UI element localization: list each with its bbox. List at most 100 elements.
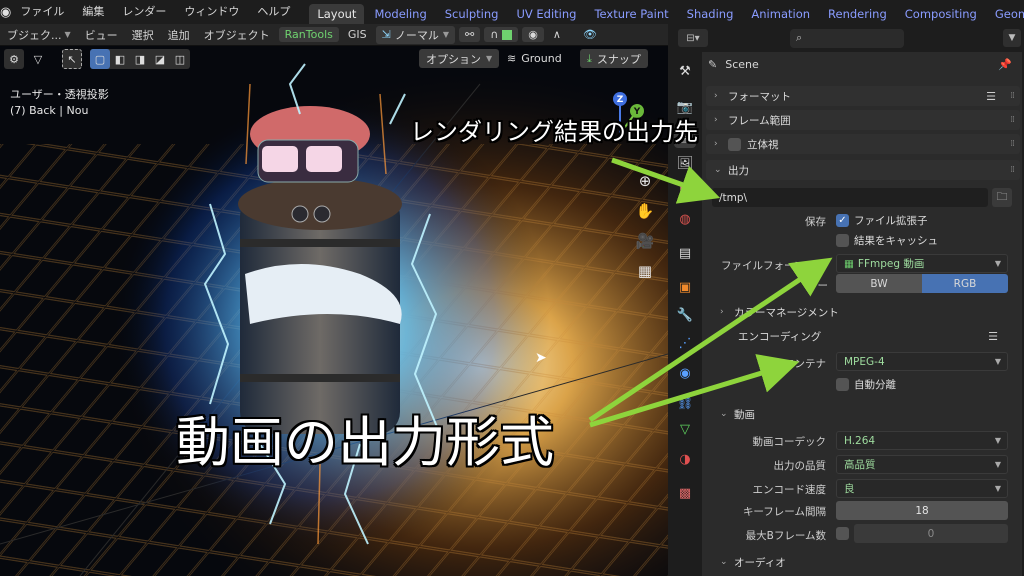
tab-animation[interactable]: Animation xyxy=(743,4,818,24)
gis-menu[interactable]: GIS xyxy=(341,28,374,41)
menu-select[interactable]: 選択 xyxy=(125,27,161,43)
tab-texture-paint[interactable]: Texture Paint xyxy=(586,4,676,24)
camera-icon[interactable]: 🎥 xyxy=(634,230,656,252)
object-data-icon[interactable]: ▽ xyxy=(674,418,696,440)
output-quality-label: 出力の品質 xyxy=(773,460,827,472)
ground-button[interactable]: ≋ Ground xyxy=(500,49,569,68)
collection-icon[interactable]: ▤ xyxy=(674,242,696,264)
max-bframes-input[interactable]: 0 xyxy=(854,524,1008,543)
particles-icon[interactable]: ⋰ xyxy=(674,332,696,354)
list-preset-icon[interactable]: ☰ xyxy=(986,90,996,103)
max-bframes-checkbox[interactable] xyxy=(836,527,849,540)
panel-frame-range[interactable]: › フレーム範囲 ⁞⁞ xyxy=(706,110,1020,130)
options-dropdown[interactable]: オプション ▼ xyxy=(419,49,500,68)
tab-geometry-nodes[interactable]: Geometry No xyxy=(987,4,1024,24)
subpanel-color-management[interactable]: › カラーマネージメント xyxy=(720,302,839,322)
container-label: コンテナ xyxy=(784,358,826,370)
viewport-render xyxy=(0,24,668,576)
folder-icon[interactable]: 🗀 xyxy=(992,188,1012,207)
menu-file[interactable]: ファイル xyxy=(11,0,73,24)
menu-window[interactable]: ウィンドウ xyxy=(175,0,248,24)
editor-type-icon[interactable]: ⊟▾ xyxy=(678,29,708,47)
drag-grip-icon[interactable]: ⁞⁞ xyxy=(1010,91,1015,101)
proportional-edit-icon[interactable]: ◉ xyxy=(522,27,544,42)
snap-button[interactable]: ⤓ スナップ xyxy=(580,49,648,68)
tab-rendering[interactable]: Rendering xyxy=(820,4,895,24)
rantools-menu[interactable]: RanTools xyxy=(278,27,339,42)
video-codec-select[interactable]: H.264 ▼ xyxy=(836,431,1008,450)
select-new-icon[interactable]: ▢ xyxy=(90,49,110,69)
panel-audio[interactable]: ⌄ オーディオ xyxy=(720,552,786,572)
tab-layout[interactable]: Layout xyxy=(309,4,365,24)
blender-logo-icon[interactable]: ◉ xyxy=(0,0,11,24)
file-format-select[interactable]: ▦ FFmpeg 動画 ▼ xyxy=(836,254,1008,273)
cache-result-checkbox[interactable] xyxy=(836,234,849,247)
file-extension-checkbox[interactable]: ✓ xyxy=(836,214,849,227)
panel-output[interactable]: ⌄ 出力 ⁞⁞ xyxy=(706,160,1020,180)
tab-sculpting[interactable]: Sculpting xyxy=(437,4,507,24)
orientation-select[interactable]: ⇲ ノーマル ▼ xyxy=(375,25,456,44)
panel-format[interactable]: › フォーマット ☰ ⁞⁞ xyxy=(706,86,1020,106)
filter-icon[interactable]: ▽ xyxy=(28,49,48,69)
color-mode-bw[interactable]: BW xyxy=(836,274,922,293)
mode-select[interactable]: ブジェク... ▼ xyxy=(0,27,78,43)
menu-add[interactable]: 追加 xyxy=(161,27,197,43)
menu-render[interactable]: レンダー xyxy=(113,0,175,24)
select-invert-icon[interactable]: ◪ xyxy=(150,49,170,69)
panel-video-label: 動画 xyxy=(734,408,755,421)
scene-properties-icon[interactable]: ⬢ xyxy=(674,178,696,200)
stereoscopy-checkbox[interactable] xyxy=(728,137,741,151)
constraints-icon[interactable]: ⛓ xyxy=(674,392,696,414)
output-path-input[interactable]: /tmp\ xyxy=(712,188,988,207)
zoom-icon[interactable]: ⊕ xyxy=(634,170,656,192)
menu-edit[interactable]: 編集 xyxy=(73,0,113,24)
drag-grip-icon[interactable]: ⁞⁞ xyxy=(1010,165,1015,175)
encoding-speed-value: 良 xyxy=(844,483,855,495)
autosplit-checkbox[interactable] xyxy=(836,378,849,391)
select-intersect-icon[interactable]: ◫ xyxy=(170,49,190,69)
menu-object[interactable]: オブジェクト xyxy=(197,27,277,43)
world-properties-icon[interactable]: ◍ xyxy=(674,208,696,230)
color-mode-rgb[interactable]: RGB xyxy=(922,274,1008,293)
select-subtract-icon[interactable]: ◨ xyxy=(130,49,150,69)
menu-view[interactable]: ビュー xyxy=(78,27,125,43)
visibility-eye-icon[interactable]: 👁 xyxy=(576,28,604,41)
keyframe-interval-input[interactable]: 18 xyxy=(836,501,1008,520)
tab-modeling[interactable]: Modeling xyxy=(366,4,434,24)
output-quality-select[interactable]: 高品質 ▼ xyxy=(836,455,1008,474)
chevron-down-icon[interactable]: ▼ xyxy=(1003,29,1021,47)
encoding-speed-label: エンコード速度 xyxy=(752,484,827,496)
panel-stereoscopy-label: 立体視 xyxy=(747,138,779,151)
pivot-icon[interactable]: ⚯ xyxy=(459,27,481,42)
tab-compositing[interactable]: Compositing xyxy=(897,4,985,24)
drag-grip-icon[interactable]: ⁞⁞ xyxy=(1010,115,1015,125)
gear-icon[interactable]: ⚙ xyxy=(4,49,24,69)
list-preset-icon[interactable]: ☰ xyxy=(988,330,998,343)
properties-search-input[interactable]: ⌕ xyxy=(790,28,904,48)
grid-ortho-icon[interactable]: ▦ xyxy=(634,260,656,282)
drag-grip-icon[interactable]: ⁞⁞ xyxy=(1010,139,1015,149)
hand-pan-icon[interactable]: ✋ xyxy=(634,200,656,222)
tab-shading[interactable]: Shading xyxy=(679,4,742,24)
panel-video[interactable]: ⌄ 動画 xyxy=(720,404,755,424)
chevron-down-icon: ▼ xyxy=(994,357,1001,366)
menu-help[interactable]: ヘルプ xyxy=(248,0,299,24)
object-properties-icon[interactable]: ▣ xyxy=(674,276,696,298)
panel-stereoscopy[interactable]: › 立体視 ⁞⁞ xyxy=(706,134,1020,154)
tab-uv-editing[interactable]: UV Editing xyxy=(508,4,584,24)
falloff-icon[interactable]: ∧ xyxy=(546,28,568,41)
pin-icon[interactable]: 📌 xyxy=(998,58,1012,71)
panel-encoding[interactable]: エンコーディング xyxy=(738,326,821,346)
container-select[interactable]: MPEG-4 ▼ xyxy=(836,352,1008,371)
encoding-speed-select[interactable]: 良 ▼ xyxy=(836,479,1008,498)
select-cursor-icon[interactable]: ↖ xyxy=(62,49,82,69)
3d-viewport[interactable]: ブジェク... ▼ ビュー 選択 追加 オブジェクト RanTools GIS ⇲… xyxy=(0,24,668,576)
view-layer-icon[interactable]: 🖼 xyxy=(674,152,696,174)
physics-icon[interactable]: ◉ xyxy=(674,362,696,384)
modifier-wrench-icon[interactable]: 🔧 xyxy=(674,304,696,326)
snap-toggle[interactable]: ∩ xyxy=(484,27,519,42)
texture-checker-icon[interactable]: ▩ xyxy=(674,482,696,504)
material-icon[interactable]: ◑ xyxy=(674,448,696,470)
select-extend-icon[interactable]: ◧ xyxy=(110,49,130,69)
tool-settings-icon[interactable]: ⚒ xyxy=(674,60,696,82)
